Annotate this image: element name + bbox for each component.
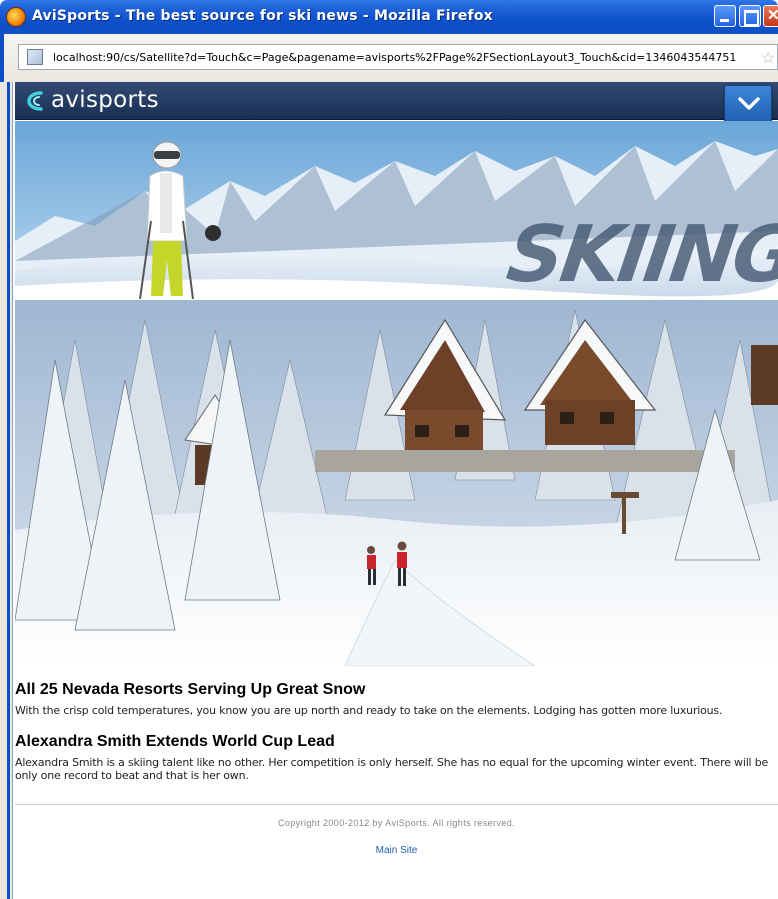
logo-icon <box>27 91 43 111</box>
section-word: SKIING <box>502 209 778 299</box>
address-bar: localhost:90/cs/Satellite?d=Touch&c=Page… <box>0 34 778 82</box>
url-text[interactable]: localhost:90/cs/Satellite?d=Touch&c=Page… <box>53 51 736 64</box>
hero-image[interactable] <box>15 300 778 666</box>
article-title[interactable]: Alexandra Smith Extends World Cup Lead <box>15 732 778 752</box>
site-header: avisports <box>15 82 778 123</box>
firefox-icon <box>6 7 26 27</box>
close-button[interactable] <box>763 5 778 27</box>
minimize-button[interactable] <box>714 5 736 27</box>
article-summary: With the crisp cold temperatures, you kn… <box>15 704 723 717</box>
article-title[interactable]: All 25 Nevada Resorts Serving Up Great S… <box>15 680 778 700</box>
maximize-button[interactable] <box>739 5 761 27</box>
article-list: All 25 Nevada Resorts Serving Up Great S… <box>15 666 778 782</box>
window-title: AviSports - The best source for ski news… <box>32 8 493 24</box>
url-field[interactable]: localhost:90/cs/Satellite?d=Touch&c=Page… <box>18 44 778 70</box>
footer-divider <box>15 804 778 805</box>
page-icon <box>27 49 43 65</box>
window-title-bar[interactable]: AviSports - The best source for ski news… <box>0 0 778 34</box>
chevron-down-icon <box>738 97 760 110</box>
main-site-link[interactable]: Main Site <box>15 845 778 856</box>
menu-toggle-button[interactable] <box>724 85 772 123</box>
bookmark-star-icon[interactable]: ☆ <box>761 48 775 68</box>
copyright-text: Copyright 2000-2012 by AviSports. All ri… <box>277 818 516 828</box>
site-logo[interactable]: avisports <box>51 87 159 113</box>
section-banner: SKIING <box>15 121 778 299</box>
window-left-border <box>0 82 13 899</box>
article-summary: Alexandra Smith is a skiing talent like … <box>15 756 769 782</box>
